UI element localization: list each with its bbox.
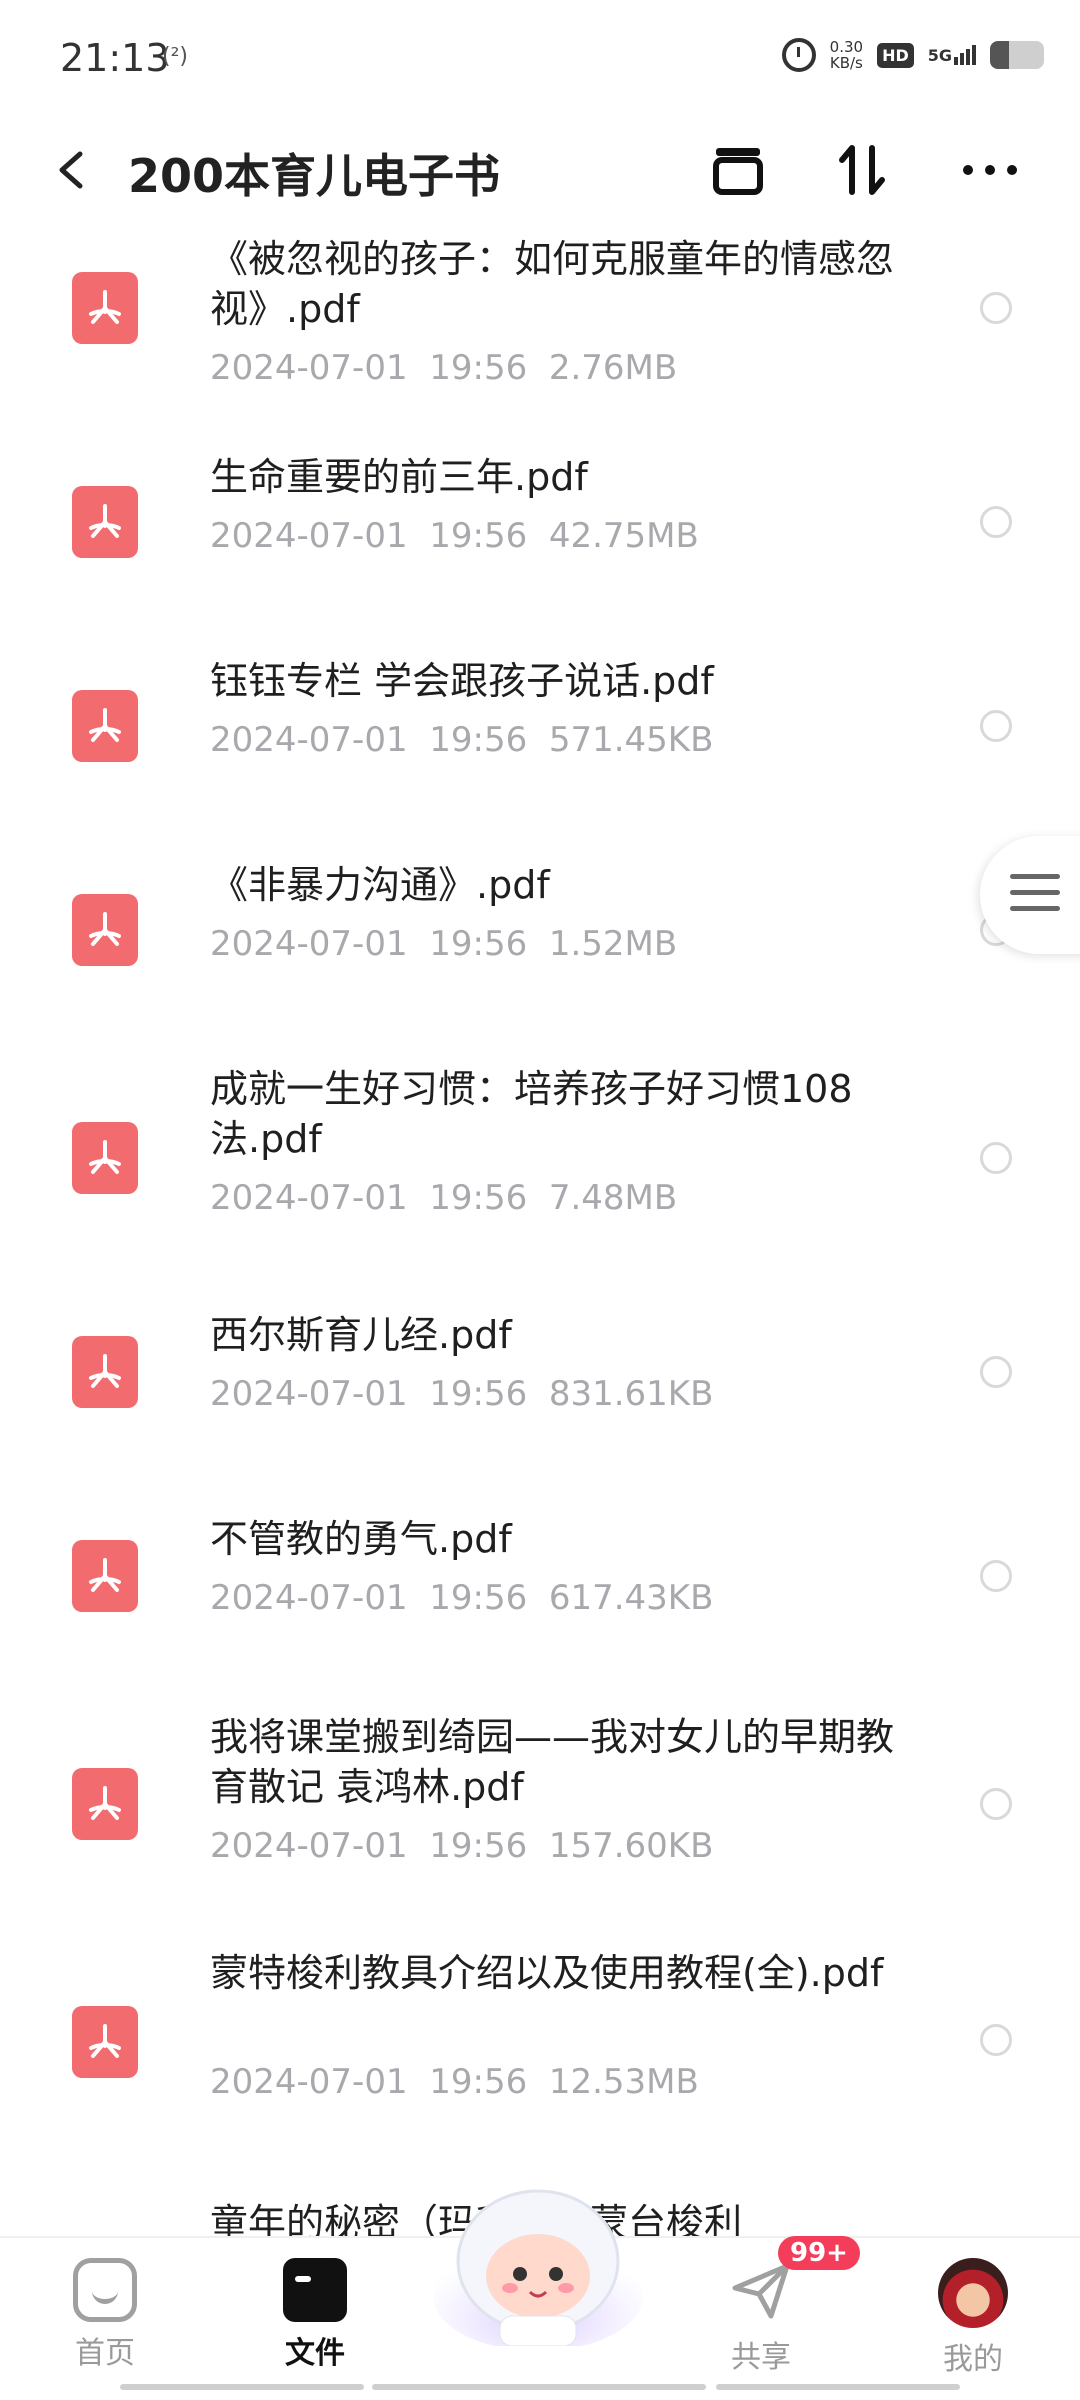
nav-mine[interactable]: 我的 (908, 2258, 1038, 2378)
pdf-file-icon (72, 1336, 138, 1408)
status-indicators: 0.30 KB/s HD 5G (781, 38, 1044, 72)
battery-icon (990, 41, 1044, 69)
network-type: 5G (927, 46, 952, 65)
file-meta: 2024-07-01 19:56 157.60KB (210, 1826, 714, 1866)
alarm-icon (781, 38, 816, 72)
back-arrow-icon[interactable] (52, 148, 92, 192)
status-bar: 21:13 (²) 0.30 KB/s HD 5G (0, 0, 1080, 120)
gesture-bar (120, 2384, 364, 2390)
select-radio[interactable] (980, 710, 1012, 742)
select-radio[interactable] (980, 1788, 1012, 1820)
select-radio[interactable] (980, 1356, 1012, 1388)
nav-home-label: 首页 (75, 2336, 135, 2371)
file-meta: 2024-07-01 19:56 571.45KB (210, 720, 714, 760)
select-radio[interactable] (980, 292, 1012, 324)
pdf-file-icon (72, 1768, 138, 1840)
nav-files-label: 文件 (285, 2336, 345, 2371)
pdf-file-icon (72, 1540, 138, 1612)
pdf-file-icon (72, 272, 138, 344)
pdf-file-icon (72, 2006, 138, 2078)
file-meta: 2024-07-01 19:56 2.76MB (210, 348, 678, 388)
pdf-file-icon (72, 486, 138, 558)
file-name: 《被忽视的孩子：如何克服童年的情感忽视》.pdf (210, 237, 895, 331)
nav-mine-label: 我的 (943, 2342, 1003, 2377)
file-meta: 2024-07-01 19:56 831.61KB (210, 1374, 714, 1414)
file-meta: 2024-07-01 19:56 42.75MB (210, 516, 699, 556)
select-radio[interactable] (980, 1142, 1012, 1174)
file-meta: 2024-07-01 19:56 1.52MB (210, 924, 678, 964)
nav-home[interactable]: 首页 (40, 2258, 170, 2372)
paper-plane-icon (732, 2263, 790, 2319)
page-title: 200本育儿电子书 (128, 149, 501, 203)
pdf-file-icon (72, 1122, 138, 1194)
gesture-bar (372, 2384, 706, 2390)
file-name: 钰钰专栏 学会跟孩子说话.pdf (210, 659, 714, 703)
more-options-icon[interactable] (958, 138, 1022, 202)
wifi-calling-icon: (²) (162, 44, 188, 69)
nav-share-label: 共享 (731, 2340, 791, 2375)
gesture-bar (716, 2384, 960, 2390)
file-name: 蒙特梭利教具介绍以及使用教程(全).pdf (210, 1951, 884, 1995)
file-name: 西尔斯育儿经.pdf (210, 1313, 512, 1357)
select-radio[interactable] (980, 506, 1012, 538)
file-name: 不管教的勇气.pdf (210, 1517, 512, 1561)
avatar (938, 2258, 1008, 2328)
network-speed: 0.30 KB/s (830, 39, 863, 71)
file-name: 《非暴力沟通》.pdf (210, 863, 550, 907)
nav-share[interactable]: 共享 (696, 2258, 826, 2376)
status-time: 21:13 (60, 36, 170, 80)
file-list: 《被忽视的孩子：如何克服童年的情感忽视》.pdf 2024-07-01 19:5… (0, 220, 1080, 2236)
share-notification-badge: 99+ (778, 2236, 860, 2270)
assistant-mascot-icon[interactable] (428, 2176, 648, 2346)
network-speed-unit: KB/s (829, 54, 863, 72)
file-name: 成就一生好习惯：培养孩子好习惯108法.pdf (210, 1067, 853, 1161)
file-meta: 2024-07-01 19:56 7.48MB (210, 1178, 678, 1218)
file-name: 我将课堂搬到绮园——我对女儿的早期教育散记 袁鸿林.pdf (210, 1715, 895, 1809)
hd-icon: HD (877, 42, 914, 68)
folder-icon (283, 2258, 347, 2322)
file-name: 生命重要的前三年.pdf (210, 455, 588, 499)
select-radio[interactable] (980, 2024, 1012, 2056)
file-meta: 2024-07-01 19:56 617.43KB (210, 1578, 714, 1618)
network-speed-value: 0.30 (829, 38, 864, 56)
pdf-file-icon (72, 690, 138, 762)
cellular-signal-icon: 5G (928, 45, 976, 65)
home-face-icon (73, 2258, 137, 2322)
pdf-file-icon (72, 894, 138, 966)
sort-icon[interactable] (830, 138, 894, 202)
archive-icon[interactable] (706, 138, 770, 202)
select-radio[interactable] (980, 1560, 1012, 1592)
header: 200本育儿电子书 (0, 120, 1080, 220)
nav-files[interactable]: 文件 (250, 2258, 380, 2372)
file-meta: 2024-07-01 19:56 12.53MB (210, 2062, 699, 2102)
